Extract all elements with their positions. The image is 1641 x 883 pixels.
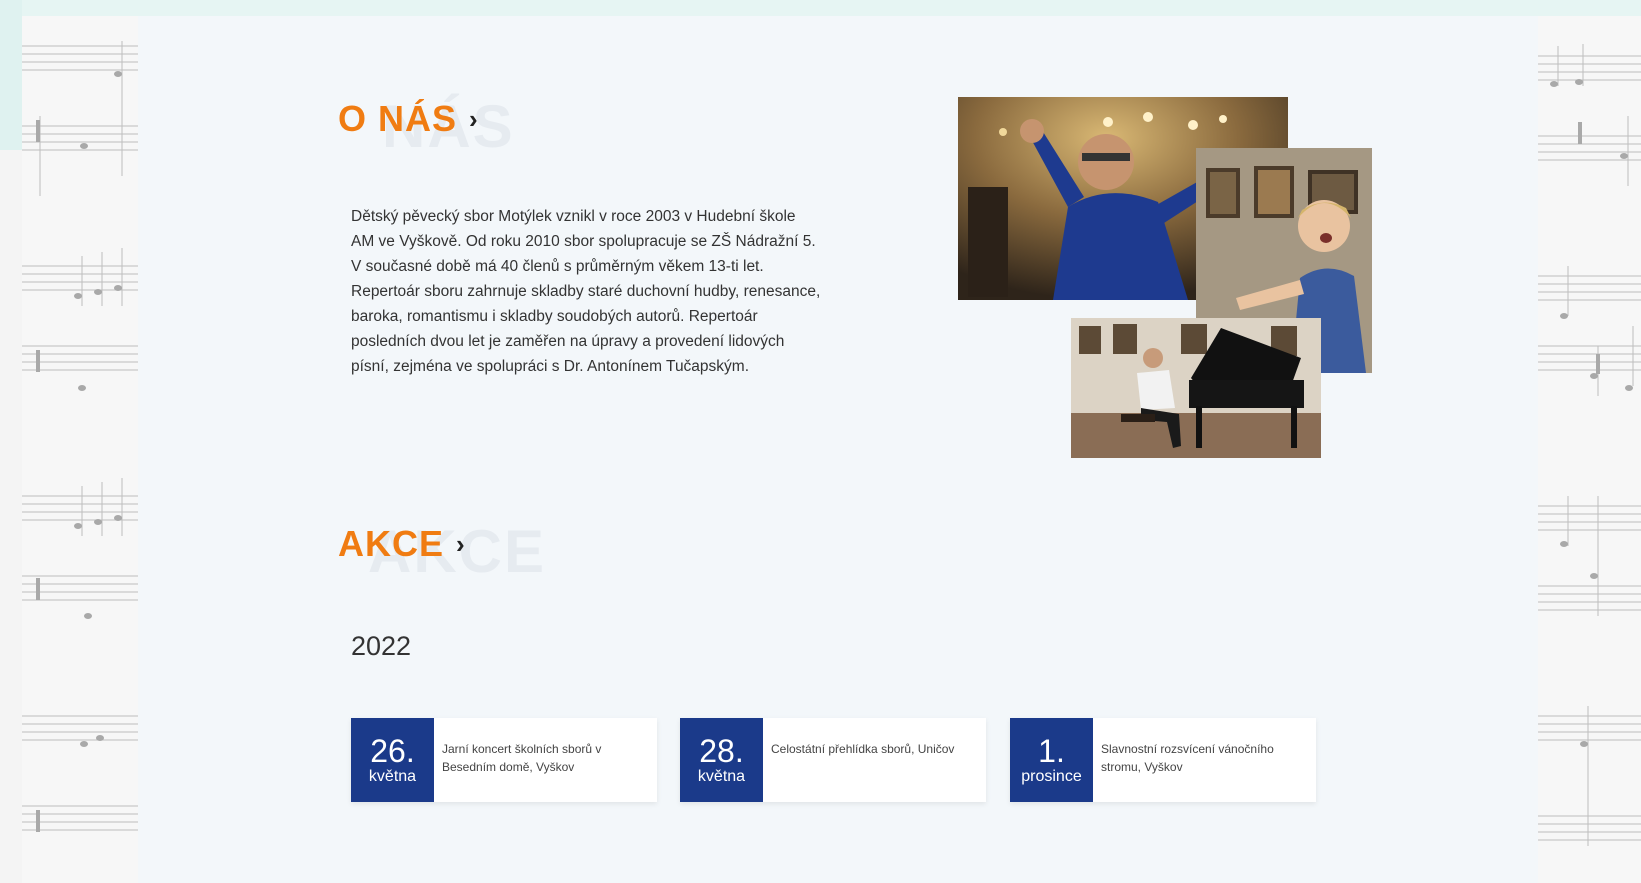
event-month: května bbox=[368, 768, 417, 785]
content-panel: NÁS O NÁS › Dětský pěvecký sbor Motýlek … bbox=[138, 16, 1538, 883]
events-heading-label: AKCE bbox=[338, 523, 445, 564]
about-heading[interactable]: NÁS O NÁS › bbox=[338, 93, 513, 160]
chevron-right-icon: › bbox=[456, 528, 466, 559]
event-card[interactable]: 26. května Jarní koncert školních sborů … bbox=[351, 718, 657, 802]
pianist-photo bbox=[1071, 318, 1321, 458]
event-description: Jarní koncert školních sborů v Besedním … bbox=[442, 742, 602, 774]
about-text: Dětský pěvecký sbor Motýlek vznikl v roc… bbox=[351, 208, 821, 375]
event-date-block: 28. května bbox=[680, 718, 763, 802]
event-date-block: 26. května bbox=[351, 718, 434, 802]
event-date-block: 1. prosince bbox=[1010, 718, 1093, 802]
event-day: 1. bbox=[1038, 733, 1065, 769]
events-year: 2022 bbox=[351, 631, 412, 661]
event-description: Slavnostní rozsvícení vánočního stromu, … bbox=[1101, 742, 1274, 774]
event-card[interactable]: 1. prosince Slavnostní rozsvícení vánočn… bbox=[1010, 718, 1316, 802]
events-heading[interactable]: AKCE AKCE › bbox=[338, 518, 544, 585]
sheet-music-right-decoration bbox=[1538, 16, 1641, 883]
event-card[interactable]: 28. května Celostátní přehlídka sborů, U… bbox=[680, 718, 986, 802]
about-heading-label: O NÁS bbox=[338, 98, 458, 139]
event-month: prosince bbox=[1021, 768, 1082, 785]
event-day: 26. bbox=[370, 733, 415, 769]
event-description: Celostátní přehlídka sborů, Uničov bbox=[771, 742, 955, 756]
left-band bbox=[0, 150, 22, 883]
sheet-music-left-decoration bbox=[22, 16, 138, 883]
chevron-right-icon: › bbox=[469, 103, 479, 134]
top-left-band bbox=[0, 0, 22, 150]
event-day: 28. bbox=[699, 733, 744, 769]
event-month: května bbox=[697, 768, 746, 785]
